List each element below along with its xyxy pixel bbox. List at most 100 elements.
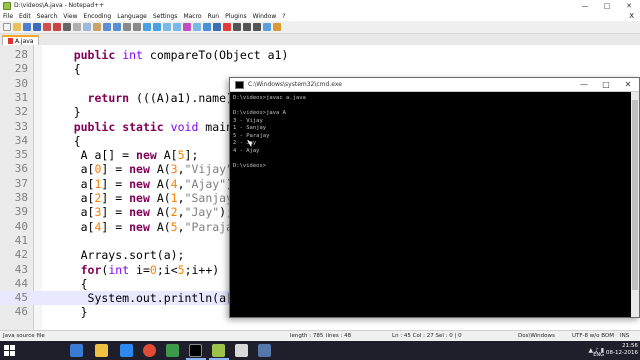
code-token: "Ajay" xyxy=(184,176,227,191)
menu-search[interactable]: Search xyxy=(34,13,61,20)
cmd-titlebar: C:\Windows\system32\cmd.exe — □ ✕ xyxy=(230,78,639,92)
desktop: D:\videos\A.java - Notepad++ — □ ✕ File … xyxy=(0,0,640,360)
close-document-button[interactable]: X xyxy=(629,12,640,20)
open-file-icon[interactable] xyxy=(13,23,21,31)
cmd-close-button[interactable]: ✕ xyxy=(617,80,639,89)
line-number: 36 xyxy=(14,162,28,176)
code-text: { xyxy=(46,134,81,148)
cmd-scrollbar[interactable] xyxy=(631,92,639,317)
new-file-icon[interactable] xyxy=(3,23,11,31)
code-token: new xyxy=(129,191,150,205)
menu-encoding[interactable]: Encoding xyxy=(81,13,115,20)
indent-guide-icon[interactable] xyxy=(193,23,201,31)
line-number: 46 xyxy=(14,305,28,319)
record-macro-icon[interactable] xyxy=(223,23,231,31)
code-line[interactable]: 28 public int compareTo(Object a1) xyxy=(0,48,640,62)
menu-edit[interactable]: Edit xyxy=(16,13,34,20)
code-text: public static void main(St xyxy=(46,120,254,134)
menu-file[interactable]: File xyxy=(0,13,16,20)
close-file-icon[interactable] xyxy=(43,23,51,31)
code-token: A a[] = xyxy=(46,148,137,163)
cmd-scrollbar-thumb[interactable] xyxy=(632,100,638,290)
code-text: a[2] = new A(1,"Sanjay"); xyxy=(46,191,254,205)
menu-help[interactable]: ? xyxy=(279,13,288,20)
menu-run[interactable]: Run xyxy=(205,13,223,20)
code-text: for(int i=0;i<5;i++) xyxy=(46,262,220,277)
notepadpp-taskbar-icon[interactable] xyxy=(212,344,225,357)
code-token: , xyxy=(177,162,185,177)
stop-macro-icon[interactable] xyxy=(233,23,241,31)
menu-settings[interactable]: Settings xyxy=(150,13,181,20)
code-token: public xyxy=(73,48,116,62)
spellcheck-icon[interactable] xyxy=(273,23,281,31)
line-number: 34 xyxy=(14,133,28,147)
zoom-in-icon[interactable] xyxy=(143,23,151,31)
tab-a-java[interactable]: A.java xyxy=(2,35,40,45)
clock[interactable]: 21:56 08-12-2016 xyxy=(606,343,638,357)
file-explorer-icon[interactable] xyxy=(95,344,108,357)
copy-icon[interactable] xyxy=(83,23,91,31)
cmd-output-line: 2 - Jay xyxy=(233,140,257,146)
app-taskbar-icon[interactable] xyxy=(258,344,271,357)
language-indicator[interactable]: ENG xyxy=(593,352,604,358)
code-token: 5 xyxy=(177,262,185,277)
print-icon[interactable] xyxy=(63,23,71,31)
maximize-button[interactable]: □ xyxy=(596,0,618,11)
code-text: { xyxy=(46,277,88,291)
find-icon[interactable] xyxy=(123,23,131,31)
cmd-output[interactable]: D:\videos>javac a.java D:\videos>java A3 … xyxy=(233,95,629,313)
undo-icon[interactable] xyxy=(103,23,111,31)
save-macro-icon[interactable] xyxy=(263,23,271,31)
code-token: Arrays.sort(a); xyxy=(46,248,185,263)
menu-bar: File Edit Search View Encoding Language … xyxy=(0,11,640,21)
run-macro-multiple-icon[interactable] xyxy=(253,23,261,31)
minimize-button[interactable]: — xyxy=(574,0,596,11)
close-button[interactable]: ✕ xyxy=(618,0,640,11)
menu-window[interactable]: Window xyxy=(250,13,280,20)
paste-icon[interactable] xyxy=(93,23,101,31)
show-all-chars-icon[interactable] xyxy=(183,23,191,31)
explorer-window-icon[interactable] xyxy=(235,344,248,357)
play-macro-icon[interactable] xyxy=(243,23,251,31)
menu-plugins[interactable]: Plugins xyxy=(222,13,250,20)
line-number: 29 xyxy=(14,62,28,76)
code-token: System.out.println(a[i]) xyxy=(46,291,254,306)
cmd-taskbar-icon[interactable] xyxy=(189,344,202,357)
menu-view[interactable]: View xyxy=(60,13,80,20)
cmd-output-line: D:\videos>java A xyxy=(233,110,286,116)
cmd-output-line: 1 - Sanjay xyxy=(233,125,267,131)
menu-macro[interactable]: Macro xyxy=(180,13,204,20)
code-token: for xyxy=(80,262,102,277)
sync-scroll-icon[interactable] xyxy=(163,23,171,31)
cmd-window[interactable]: C:\Windows\system32\cmd.exe — □ ✕ D:\vid… xyxy=(229,77,640,318)
media-player-icon[interactable] xyxy=(166,344,179,357)
cmd-minimize-button[interactable]: — xyxy=(573,80,595,89)
cut-icon[interactable] xyxy=(73,23,81,31)
code-token: ] = xyxy=(101,176,130,191)
menu-language[interactable]: Language xyxy=(114,13,150,20)
store-icon[interactable] xyxy=(120,344,133,357)
udl-icon[interactable] xyxy=(203,23,211,31)
word-wrap-icon[interactable] xyxy=(173,23,181,31)
save-icon[interactable] xyxy=(23,23,31,31)
code-token: int xyxy=(108,262,130,277)
unsaved-file-icon xyxy=(8,38,13,44)
code-token: a[ xyxy=(46,205,95,220)
zoom-out-icon[interactable] xyxy=(153,23,161,31)
redo-icon[interactable] xyxy=(113,23,121,31)
doc-map-icon[interactable] xyxy=(213,23,221,31)
close-all-icon[interactable] xyxy=(53,23,61,31)
code-text: A a[] = new A[5]; xyxy=(46,148,199,163)
chrome-icon[interactable] xyxy=(143,344,156,357)
code-line[interactable]: 29 { xyxy=(0,62,640,76)
task-view-icon[interactable] xyxy=(70,344,83,357)
line-number: 37 xyxy=(14,176,28,190)
cmd-maximize-button[interactable]: □ xyxy=(595,80,617,89)
code-text: } xyxy=(46,105,81,119)
line-number: 39 xyxy=(14,205,28,219)
start-button-icon[interactable] xyxy=(4,345,15,356)
save-all-icon[interactable] xyxy=(33,23,41,31)
replace-icon[interactable] xyxy=(133,23,141,31)
